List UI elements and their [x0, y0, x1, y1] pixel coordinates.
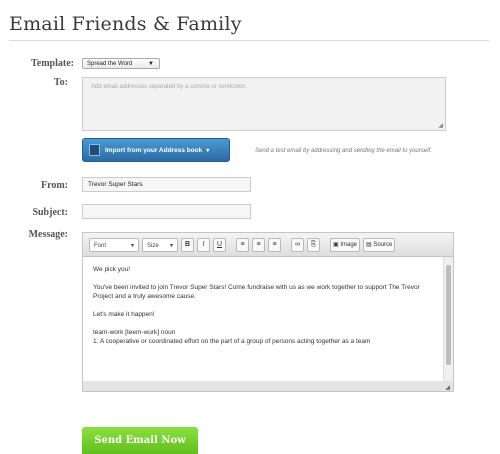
- from-field[interactable]: Trevor Super Stars: [82, 177, 251, 192]
- resize-grip-icon[interactable]: ◢: [445, 384, 450, 391]
- source-label: Source: [373, 241, 393, 248]
- test-email-hint: Send a test email by addressing and send…: [255, 148, 432, 154]
- bold-button[interactable]: B: [181, 237, 194, 252]
- from-label: From:: [40, 180, 68, 191]
- editor-toolbar: Font ▾ Size ▾ B I U ≡ ≡ ≡ ∞ ⎘ ▣ Image ▤ So…: [83, 233, 453, 257]
- message-line: Let's make it happen!: [93, 311, 155, 318]
- import-button-label: Import from your Address book: [105, 146, 203, 154]
- editor-scrollbar[interactable]: [443, 257, 453, 383]
- size-dropdown[interactable]: Size ▾: [142, 237, 178, 252]
- dropdown-arrow-icon: ▼: [148, 61, 154, 67]
- image-button[interactable]: ▣ Image: [330, 237, 361, 252]
- to-placeholder: Add email addresses separated by a comma…: [91, 84, 248, 90]
- font-label: Font: [94, 242, 107, 249]
- size-label: Size: [147, 242, 159, 249]
- link-icon[interactable]: ∞: [291, 237, 304, 252]
- message-line: team-work [teem-wurk] noun: [93, 329, 176, 336]
- address-book-icon: [89, 144, 100, 156]
- template-label: Template:: [31, 58, 74, 69]
- import-address-book-button[interactable]: Import from your Address book ▾: [82, 138, 230, 162]
- to-label: To:: [53, 77, 68, 88]
- message-editor: Font ▾ Size ▾ B I U ≡ ≡ ≡ ∞ ⎘ ▣ Image ▤ So…: [82, 232, 454, 392]
- paste-icon[interactable]: ⎘: [307, 237, 320, 252]
- underline-button[interactable]: U: [213, 237, 226, 252]
- resize-grip-icon[interactable]: ◢: [438, 122, 443, 129]
- page-title: Email Friends & Family: [9, 13, 489, 41]
- template-select[interactable]: Spread the Word ▼: [82, 58, 160, 69]
- to-field[interactable]: Add email addresses separated by a comma…: [82, 77, 446, 131]
- chevron-down-icon: ▾: [206, 147, 210, 154]
- scrollbar-thumb[interactable]: [446, 265, 451, 365]
- template-value: Spread the Word: [87, 61, 133, 67]
- message-line: You've been invited to join Trevor Super…: [93, 284, 420, 300]
- align-center-icon[interactable]: ≡: [252, 237, 265, 252]
- dropdown-arrow-icon: ▾: [169, 242, 173, 249]
- send-email-button[interactable]: Send Email Now: [82, 427, 198, 454]
- source-icon: ▤: [366, 241, 372, 248]
- subject-label: Subject:: [32, 207, 68, 218]
- subject-field[interactable]: [82, 204, 251, 219]
- editor-statusbar: ◢: [83, 381, 453, 391]
- align-left-icon[interactable]: ≡: [236, 237, 249, 252]
- message-line: We pick you!: [93, 266, 131, 273]
- source-button[interactable]: ▤ Source: [363, 237, 396, 252]
- italic-button[interactable]: I: [197, 237, 210, 252]
- message-label: Message:: [28, 229, 68, 240]
- image-icon: ▣: [333, 241, 339, 248]
- font-dropdown[interactable]: Font ▾: [89, 237, 139, 252]
- message-line: 1. A cooperative or coordinated effort o…: [93, 338, 371, 345]
- dropdown-arrow-icon: ▾: [130, 242, 134, 249]
- message-body[interactable]: We pick you! You've been invited to join…: [83, 257, 443, 383]
- image-label: Image: [340, 241, 358, 248]
- align-right-icon[interactable]: ≡: [268, 237, 281, 252]
